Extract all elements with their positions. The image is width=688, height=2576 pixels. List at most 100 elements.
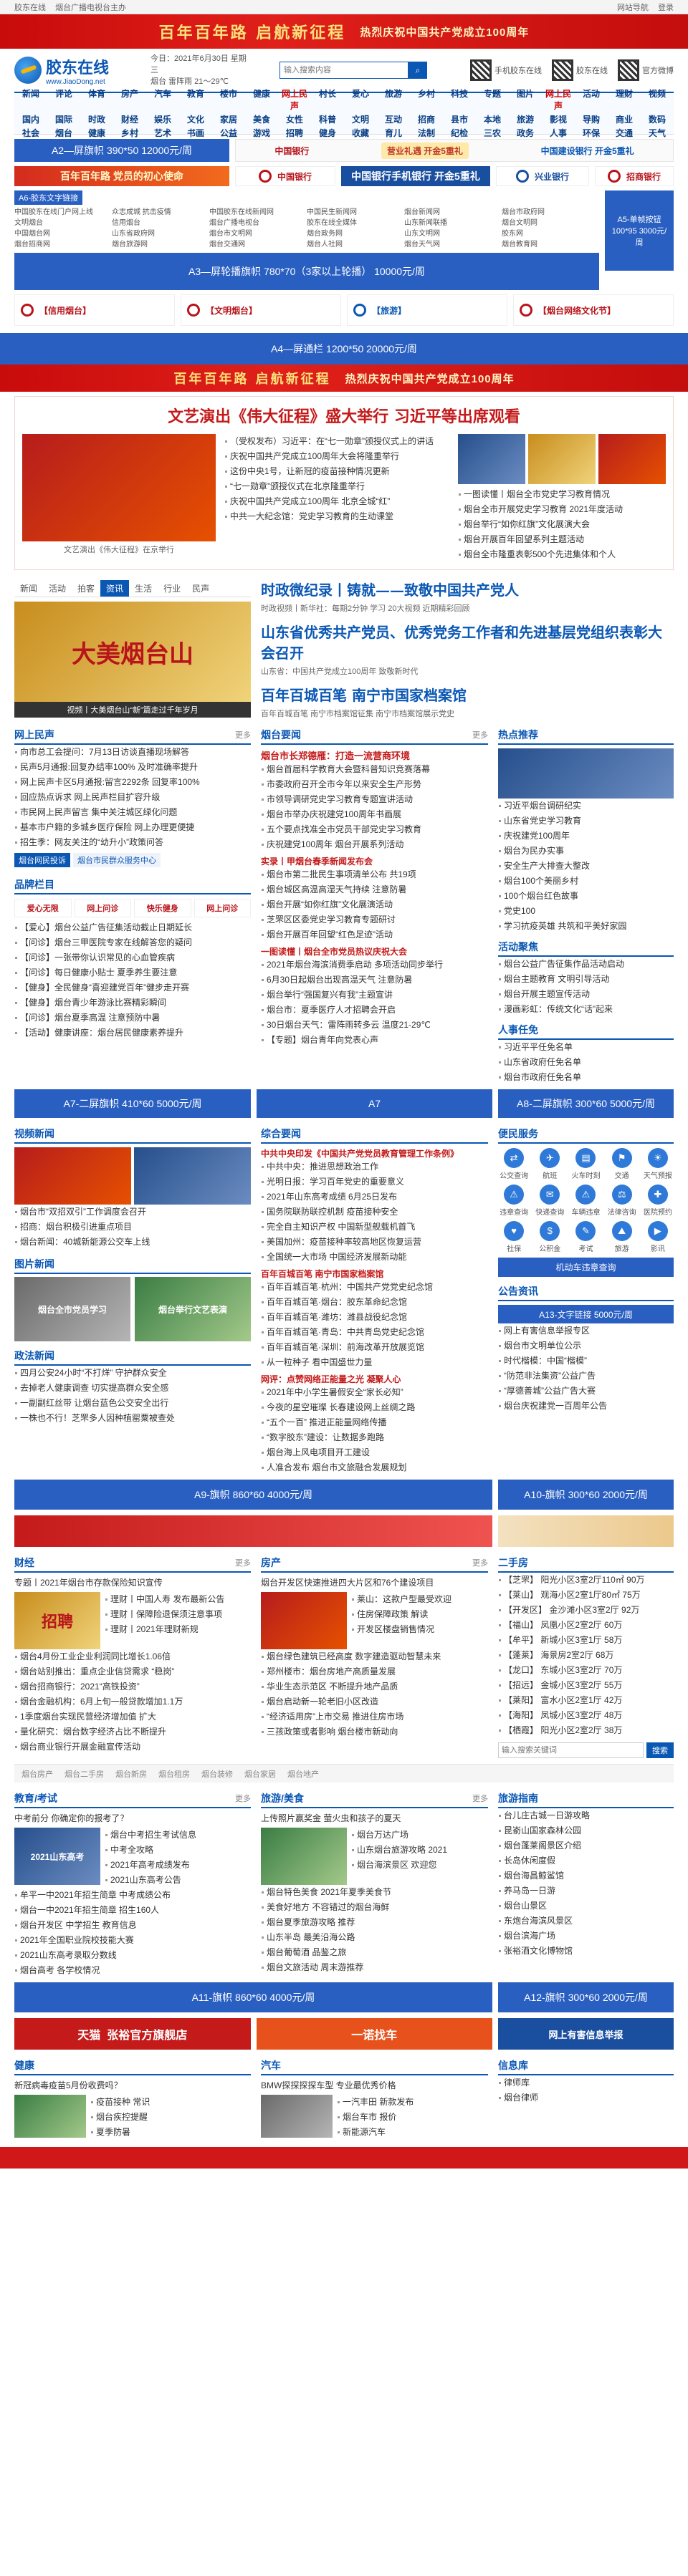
section-tab[interactable]: 生活 [129, 580, 158, 597]
text-link[interactable]: 山东省政府网 [112, 228, 209, 239]
brand-item[interactable]: 【问诊】每日健康小贴士 夏季养生要注意 [14, 965, 251, 980]
edu-item[interactable]: 牟平一中2021年招生简章 中考成绩公布 [14, 1888, 251, 1903]
finance-item[interactable]: 烟台招商银行：2021“高铁投资” [14, 1679, 251, 1694]
general-title[interactable]: 综合要闻 [261, 1127, 301, 1141]
feature-right-item[interactable]: 烟台开展百年回望系列主题活动 [458, 532, 666, 547]
service-item[interactable]: $ 公积金 [534, 1221, 565, 1253]
hot-item[interactable]: 100个烟台红色故事 [498, 889, 674, 904]
nav-item[interactable]: 新闻 [14, 88, 47, 112]
health-top[interactable]: 新冠病毒疫苗5月份收费吗？ [14, 2079, 251, 2091]
feature-headline[interactable]: 文艺演出《伟大征程》盛大举行 习近平等出席观看 [22, 404, 666, 427]
feature-right-item[interactable]: 烟台全市隆重表彰500个先进集体和个人 [458, 547, 666, 562]
service-item[interactable]: ✚ 医院预约 [642, 1185, 674, 1217]
ad-yantai-3[interactable]: 【旅游】 [347, 294, 507, 326]
hot-image[interactable] [498, 748, 674, 799]
feature-image[interactable] [22, 434, 216, 541]
guide-item[interactable]: 长岛休闲度假 [498, 1853, 674, 1868]
house-side-item[interactable]: 住房保障政策 解读 [351, 1607, 488, 1622]
nav-item[interactable]: 文明 [344, 114, 377, 126]
text-link[interactable]: 胶东网 [502, 228, 599, 239]
brand-item[interactable]: 【健身】烟台青少年游泳比赛精彩瞬间 [14, 995, 251, 1010]
auto-item[interactable]: 一汽丰田 新款发布 [337, 2095, 488, 2110]
travel-image[interactable] [261, 1828, 347, 1885]
yantai-news-more[interactable]: 更多 [472, 729, 488, 741]
yantai-item[interactable]: 市领导调研党史学习教育专题宣讲活动 [261, 792, 488, 807]
nav-item[interactable]: 家居 [212, 114, 245, 126]
nav-item[interactable]: 理财 [608, 88, 641, 112]
secondhand-item[interactable]: 【福山】 凤凰小区2室2厅 60万 [498, 1618, 674, 1633]
nav-item[interactable]: 乡村 [113, 127, 146, 140]
people-item[interactable]: 烟台市政府任免名单 [498, 1070, 674, 1085]
secondhand-search-button[interactable]: 搜索 [646, 1742, 674, 1758]
hot-item[interactable]: 烟台100个美丽乡村 [498, 874, 674, 889]
nav-item[interactable]: 健身 [311, 127, 344, 140]
general-sub2-title[interactable]: 网评：点赞网络正能量之光 凝聚人心 [261, 1373, 488, 1385]
nav-item[interactable]: 图片 [509, 88, 542, 112]
general-item[interactable]: 百年百城百笔·青岛：中共青岛党史纪念馆 [261, 1325, 488, 1340]
nav-item[interactable]: 本地 [476, 114, 509, 126]
text-link[interactable]: 烟台招商网 [14, 239, 112, 250]
travel-side-item[interactable]: 烟台海滨景区 欢迎您 [351, 1858, 488, 1873]
edu-side-item[interactable]: 中考全攻略 [105, 1843, 251, 1858]
text-link[interactable]: 烟台教育网 [502, 239, 599, 250]
nav-item[interactable]: 评论 [47, 88, 80, 112]
service-item[interactable]: ♥ 社保 [498, 1221, 530, 1253]
finance-side-item[interactable]: 理财丨保障险退保须注意事项 [105, 1607, 251, 1622]
nav-item[interactable]: 数码 [641, 114, 674, 126]
ad-yantai-2[interactable]: 【文明烟台】 [181, 294, 341, 326]
edu-item[interactable]: 烟台开发区 中学招生 教育信息 [14, 1918, 251, 1933]
yantai-group1-title[interactable]: 实录丨甲烟台春季新闻发布会 [261, 855, 488, 867]
ad-logo-boc[interactable]: 中国银行 [235, 166, 335, 186]
text-link[interactable]: 烟台文明网 [502, 218, 599, 228]
finance-image[interactable]: 招聘 [14, 1592, 100, 1649]
nav-item[interactable]: 村长 [311, 88, 344, 112]
service-item[interactable]: ⚠ 违章查询 [498, 1185, 530, 1217]
nav-item[interactable]: 交通 [608, 127, 641, 140]
ad-a12[interactable]: A12-旗帜 300*60 2000元/周 [498, 1982, 674, 2012]
yantai-item[interactable]: 烟台开展“如你红旗”文化展演活动 [261, 897, 488, 912]
ad-yantai-4[interactable]: 【烟台网络文化节】 [513, 294, 674, 326]
feature-right-item[interactable]: 烟台全市开展党史学习教育 2021年度活动 [458, 502, 666, 517]
secondhand-item[interactable]: 【莱山】 观海小区2室1厅80㎡ 75万 [498, 1588, 674, 1603]
text-link[interactable]: 烟台广播电视台 [209, 218, 307, 228]
nav-item[interactable]: 文化 [179, 114, 212, 126]
nav-item[interactable]: 人事 [542, 127, 575, 140]
nav-item[interactable]: 纪检 [443, 127, 476, 140]
house-item[interactable]: 烟台绿色建筑已经高度 数字建造驱动智慧未来 [261, 1649, 488, 1664]
auto-title[interactable]: 汽车 [261, 2058, 281, 2073]
service-item[interactable]: ⇄ 公交查询 [498, 1148, 530, 1180]
nav-item[interactable]: 国际 [47, 114, 80, 126]
general-item[interactable]: 人准合发布 烟台市文旅融合发展规划 [261, 1460, 488, 1475]
search-icon[interactable]: ⌕ [408, 62, 427, 79]
feature-right-item[interactable]: 烟台举行“如你红旗”文化展演大会 [458, 517, 666, 532]
nav-item[interactable]: 艺术 [146, 127, 179, 140]
text-link[interactable]: 众志成城 抗击疫情 [112, 207, 209, 218]
travel-side-item[interactable]: 山东烟台旅游攻略 2021 [351, 1843, 488, 1858]
house-title[interactable]: 房产 [261, 1555, 281, 1570]
law-title[interactable]: 政法新闻 [14, 1349, 54, 1363]
service-title[interactable]: 便民服务 [498, 1127, 538, 1141]
brand-logo[interactable]: 网上问诊 [74, 899, 131, 917]
secondhand-item[interactable]: 【龙口】 东城小区3室2厅 70万 [498, 1663, 674, 1678]
fancy-caption[interactable]: 视频丨大美烟台山“新”篇走过千年岁月 [14, 702, 251, 718]
general-item[interactable]: 百年百城百笔·潍坊：潍县战役纪念馆 [261, 1310, 488, 1325]
nav-item[interactable]: 书画 [179, 127, 212, 140]
brand-item[interactable]: 【问诊】烟台夏季高温 注意预防中暑 [14, 1010, 251, 1026]
video-item[interactable]: 招商：烟台积极引进重点项目 [14, 1220, 251, 1235]
text-link[interactable]: 中国胶东在线新闻网 [209, 207, 307, 218]
nav-item[interactable]: 招商 [410, 114, 443, 126]
footer-link[interactable]: 烟台新房 [115, 1768, 147, 1780]
law-item[interactable]: 去掉老人健康调查 切实提高群众安全感 [14, 1381, 251, 1396]
text-link[interactable]: 胶东在线全媒体 [307, 218, 404, 228]
general-item[interactable]: 中共中央：推进思想政治工作 [261, 1159, 488, 1174]
nav-item[interactable]: 活动 [575, 88, 608, 112]
service-item[interactable]: ✉ 快递查询 [534, 1185, 565, 1217]
nav-item[interactable]: 收藏 [344, 127, 377, 140]
edu-item[interactable]: 烟台一中2021年招生简章 招生160人 [14, 1903, 251, 1918]
guide-item[interactable]: 台儿庄古城一日游攻略 [498, 1808, 674, 1823]
brand-logo[interactable]: 网上问诊 [194, 899, 251, 917]
text-link[interactable]: 烟台新闻网 [404, 207, 502, 218]
nav-item[interactable]: 房产 [113, 88, 146, 112]
travel-item[interactable]: 烟台文旅活动 周末游推荐 [261, 1960, 488, 1975]
ad-a13[interactable]: A13-文字链接 5000元/周 [498, 1305, 674, 1323]
